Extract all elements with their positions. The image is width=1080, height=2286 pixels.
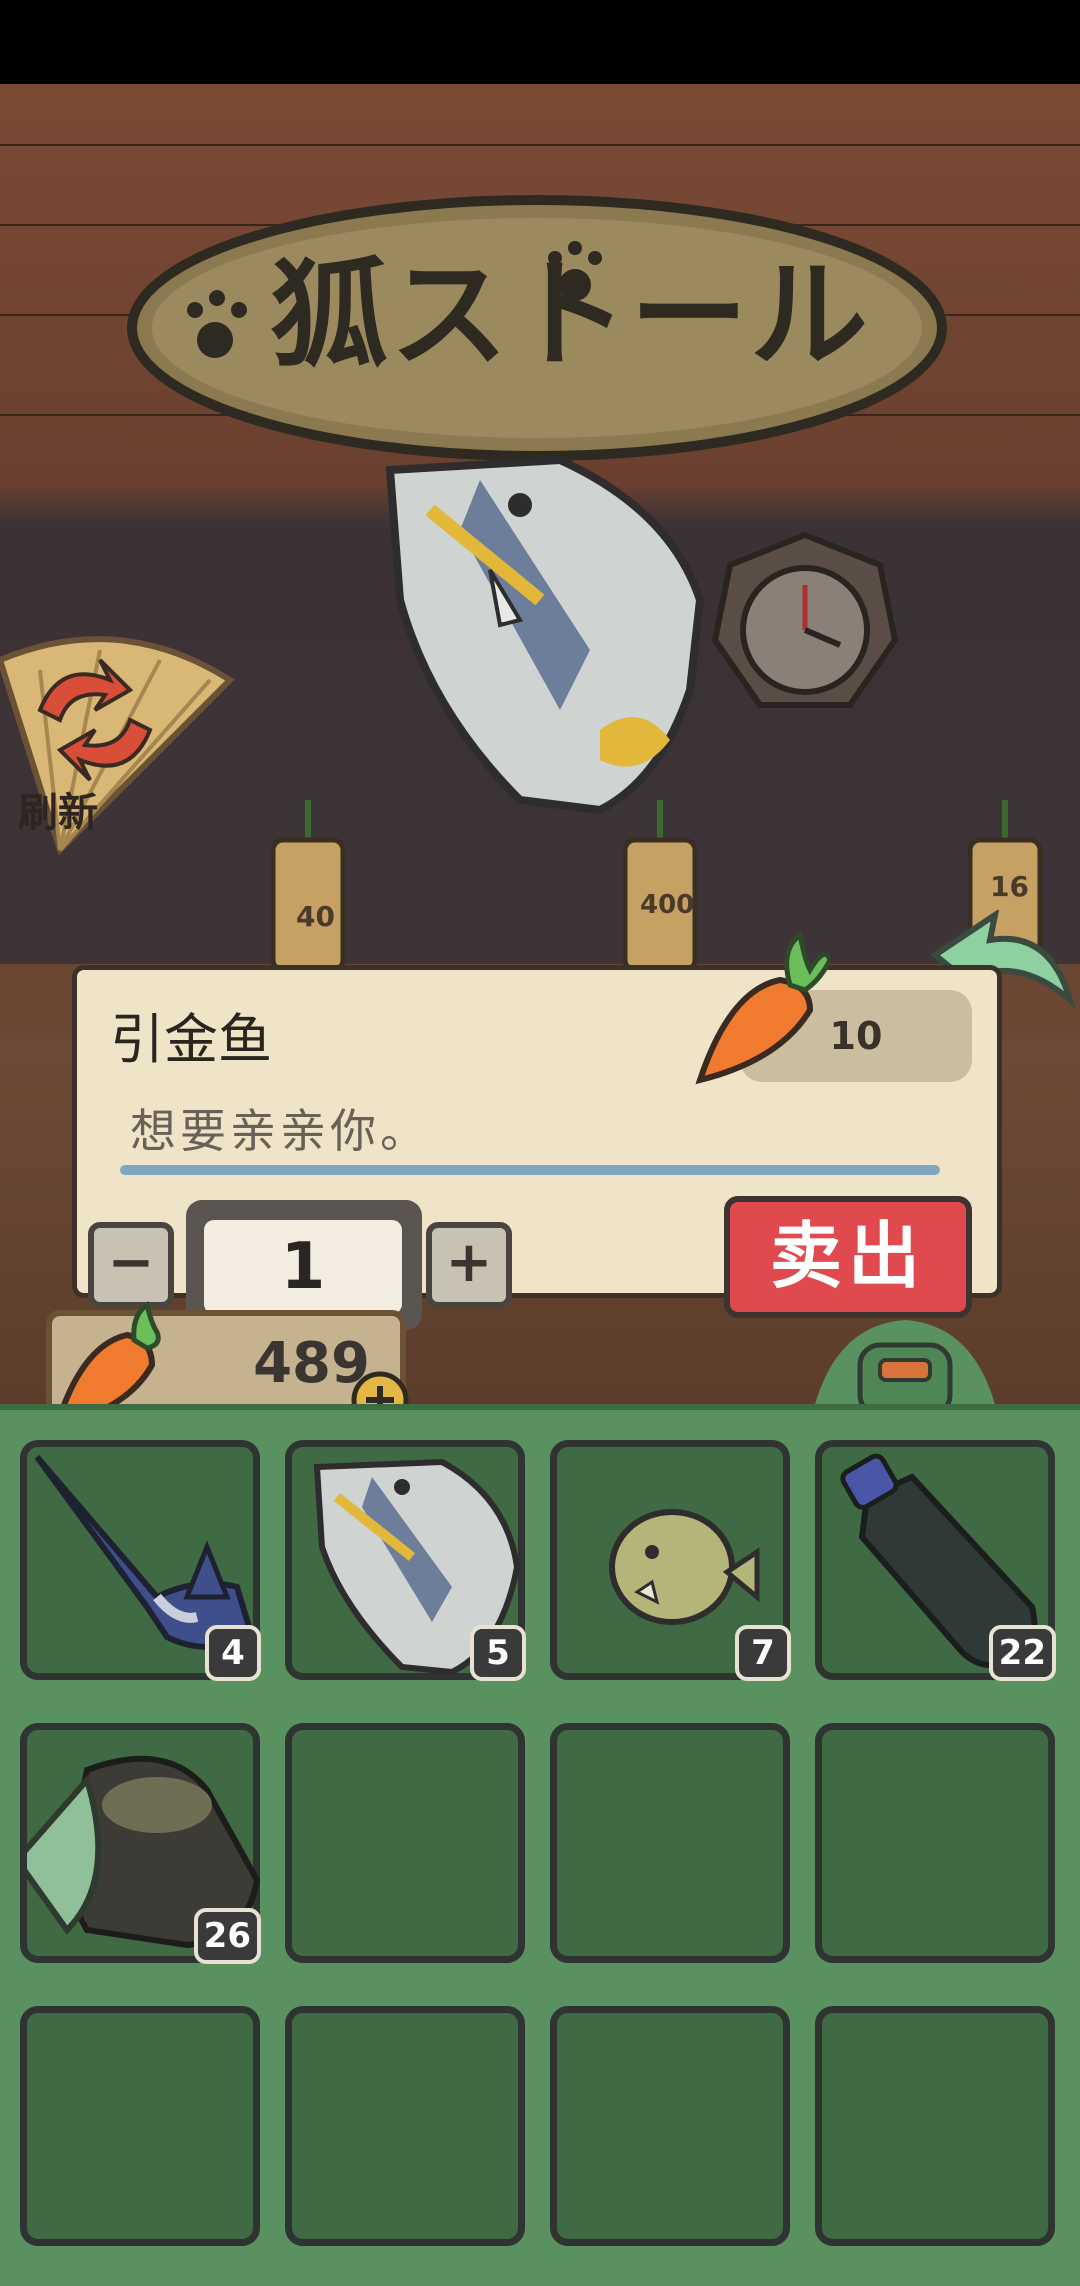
hanging-tag-label: 40 (296, 900, 335, 933)
inventory-slot-empty[interactable] (550, 1723, 790, 1963)
refresh-label[interactable]: 刷新 (18, 780, 98, 838)
inventory-slot-swordfish[interactable]: 4 (20, 1440, 261, 1681)
inventory-slot-triggerfish[interactable]: 5 (285, 1440, 526, 1681)
sell-button[interactable]: 卖出 (724, 1196, 972, 1318)
description-underline (120, 1165, 940, 1175)
inventory-slot-plastic-bottle[interactable]: 22 (815, 1440, 1056, 1681)
hanging-tag-label: 400 (640, 890, 695, 920)
inventory-slot-empty[interactable] (815, 1723, 1055, 1963)
quantity-input[interactable]: 1 (204, 1220, 402, 1314)
item-count: 26 (193, 1908, 261, 1964)
item-count: 22 (988, 1625, 1056, 1681)
hanging-tag-label: 16 (990, 870, 1029, 903)
inventory-slot-pufferfish[interactable]: 7 (550, 1440, 791, 1681)
refresh-fan-icon[interactable] (0, 620, 240, 880)
item-description: 想要亲亲你。 (130, 1104, 430, 1158)
carrot-balance: 489 (253, 1331, 370, 1396)
carrot-icon (695, 930, 830, 1085)
shop-sign-text: 狐ストール (270, 246, 871, 384)
item-count: 4 (205, 1625, 261, 1681)
inventory-slot-empty[interactable] (550, 2006, 790, 2246)
inventory-slot-empty[interactable] (285, 1723, 525, 1963)
quantity-minus-button[interactable]: − (88, 1222, 174, 1308)
quantity-plus-button[interactable]: + (426, 1222, 512, 1308)
item-count: 7 (735, 1625, 791, 1681)
clock-icon (711, 531, 899, 708)
inventory-slot-empty[interactable] (20, 2006, 260, 2246)
item-name: 引金鱼 (110, 1008, 272, 1071)
triggerfish-large-icon (385, 455, 705, 815)
inventory-slot-empty[interactable] (815, 2006, 1055, 2246)
status-bar (0, 0, 1080, 84)
item-count: 5 (470, 1625, 526, 1681)
hanging-tag (270, 800, 346, 970)
inventory-slot-old-boot[interactable]: 26 (20, 1723, 261, 1964)
inventory-slot-empty[interactable] (285, 2006, 525, 2246)
